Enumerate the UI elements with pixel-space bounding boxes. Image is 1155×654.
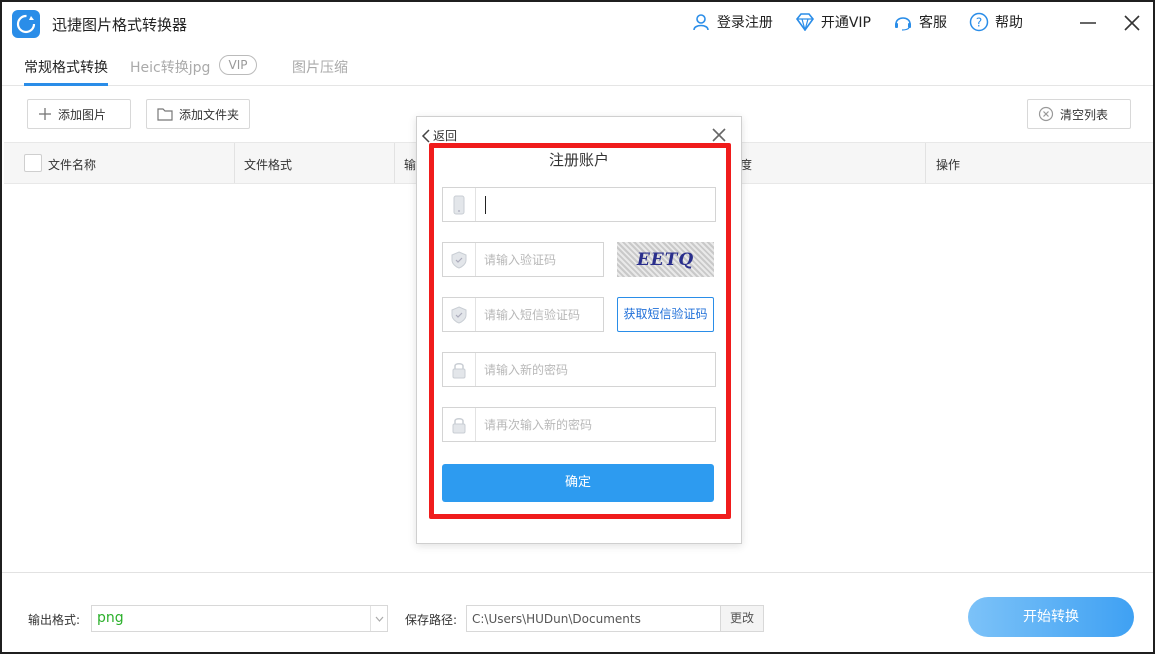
column-file-name: 文件名称 (48, 158, 97, 172)
customer-service-link[interactable]: 客服 (893, 12, 947, 32)
lock-icon (443, 408, 476, 441)
add-image-button[interactable]: 添加图片 (27, 99, 131, 129)
folder-icon (157, 108, 173, 121)
chevron-left-icon (421, 128, 430, 143)
help-label: 帮助 (995, 15, 1023, 31)
dialog-title: 注册账户 (548, 151, 609, 169)
close-icon (1124, 15, 1140, 31)
top-actions: 登录注册 开通VIP 客服 ? 帮助 (691, 12, 1023, 32)
confirm-password-field[interactable] (442, 407, 716, 442)
footer-bar: 输出格式: png 保存路径: C:\Users\HUDun\Documents… (2, 572, 1153, 652)
open-vip-label: 开通VIP (820, 15, 871, 31)
change-path-button[interactable]: 更改 (720, 605, 764, 632)
save-path-field[interactable]: C:\Users\HUDun\Documents (466, 605, 721, 632)
refresh-circle-icon (12, 10, 40, 38)
confirm-password-input[interactable] (476, 408, 715, 441)
lock-icon (443, 353, 476, 386)
tab-bar: 常规格式转换 Heic转换jpg 图片压缩 (2, 45, 1153, 86)
column-output: 输 (404, 158, 417, 172)
column-divider (925, 143, 926, 183)
clear-list-label: 清空列表 (1060, 107, 1109, 122)
text-caret (485, 196, 486, 214)
login-register-label: 登录注册 (716, 15, 773, 31)
user-icon (691, 12, 711, 32)
captcha-field[interactable] (442, 242, 604, 277)
minimize-button[interactable] (1077, 12, 1099, 34)
output-format-value: png (97, 610, 124, 626)
diamond-icon (795, 12, 815, 32)
question-icon: ? (969, 12, 989, 32)
output-format-select[interactable]: png (91, 605, 388, 632)
phone-field[interactable] (442, 187, 716, 222)
tab-heic-to-jpg[interactable]: Heic转换jpg (130, 57, 210, 77)
column-file-format: 文件格式 (244, 158, 293, 172)
save-path-label: 保存路径: (405, 613, 458, 627)
app-title: 迅捷图片格式转换器 (52, 16, 188, 34)
get-sms-code-button[interactable]: 获取短信验证码 (617, 297, 714, 332)
sms-code-field[interactable] (442, 297, 604, 332)
customer-service-label: 客服 (919, 15, 947, 31)
shield-icon (443, 243, 476, 276)
sms-code-input[interactable] (476, 298, 603, 331)
column-divider (394, 143, 395, 183)
phone-input[interactable] (476, 188, 715, 221)
captcha-input[interactable] (476, 243, 603, 276)
back-label: 返回 (433, 129, 458, 143)
clear-list-button[interactable]: 清空列表 (1027, 99, 1131, 129)
new-password-input[interactable] (476, 353, 715, 386)
title-bar: 迅捷图片格式转换器 登录注册 开通VIP 客服 ? 帮助 (2, 2, 1153, 45)
shield-icon (443, 298, 476, 331)
open-vip-link[interactable]: 开通VIP (795, 12, 871, 32)
column-divider (234, 143, 235, 183)
captcha-image[interactable]: EETQ (617, 242, 714, 277)
tab-regular-format[interactable]: 常规格式转换 (24, 57, 108, 77)
clear-circle-icon (1038, 106, 1054, 122)
chevron-down-icon (370, 606, 387, 631)
vip-badge: VIP (219, 55, 257, 75)
close-window-button[interactable] (1121, 12, 1143, 34)
confirm-button[interactable]: 确定 (442, 464, 714, 502)
login-register-link[interactable]: 登录注册 (691, 12, 773, 32)
minimize-icon (1080, 22, 1096, 24)
headset-icon (893, 12, 913, 32)
add-folder-button[interactable]: 添加文件夹 (146, 99, 250, 129)
start-convert-button[interactable]: 开始转换 (968, 597, 1134, 637)
help-link[interactable]: ? 帮助 (969, 12, 1023, 32)
svg-text:?: ? (976, 16, 982, 30)
tab-image-compress[interactable]: 图片压缩 (292, 57, 348, 77)
back-button[interactable]: 返回 (421, 127, 457, 144)
select-all-checkbox[interactable] (24, 154, 42, 172)
active-tab-indicator (24, 83, 108, 86)
add-image-label: 添加图片 (58, 107, 107, 122)
new-password-field[interactable] (442, 352, 716, 387)
plus-icon (39, 108, 51, 120)
app-window: 迅捷图片格式转换器 登录注册 开通VIP 客服 ? 帮助 常规格式转换 Heic… (0, 0, 1155, 654)
captcha-text: EETQ (636, 249, 695, 270)
add-folder-label: 添加文件夹 (179, 107, 240, 122)
column-actions: 操作 (936, 158, 961, 172)
dialog-close-button[interactable] (709, 125, 729, 145)
phone-icon (443, 188, 476, 221)
close-icon (712, 128, 726, 142)
output-format-label: 输出格式: (28, 613, 81, 627)
